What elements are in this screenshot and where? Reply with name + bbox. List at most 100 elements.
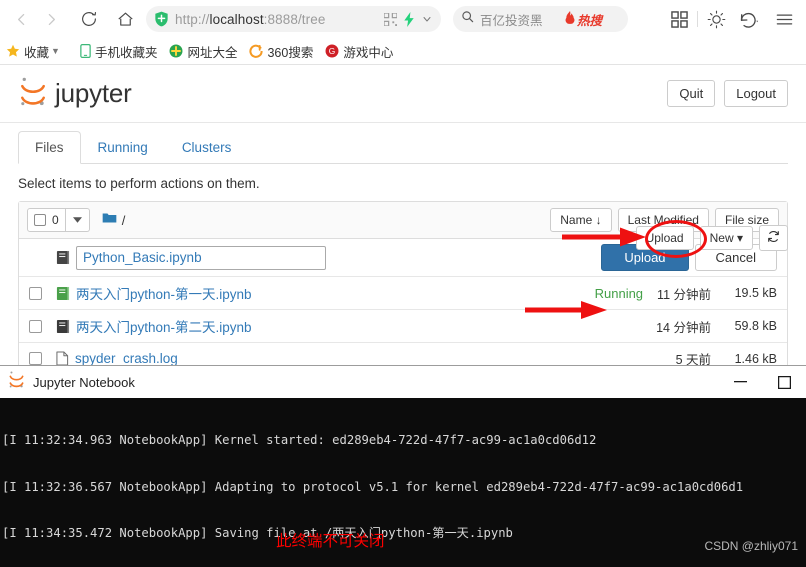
bookmark-game-center[interactable]: G 游戏中心	[325, 42, 393, 61]
row-meta: Running 11 分钟前 19.5 kB	[595, 284, 777, 303]
terminal-warning-note: 此终端不可关闭	[276, 532, 385, 550]
svg-text:G: G	[329, 46, 335, 56]
logout-button[interactable]: Logout	[724, 79, 788, 108]
bookmark-label: 360搜索	[267, 45, 314, 60]
tab-clusters[interactable]: Clusters	[165, 131, 249, 164]
jupyter-logo-icon	[18, 75, 48, 113]
quit-button[interactable]: Quit	[667, 79, 716, 108]
history-back-icon[interactable]	[732, 4, 768, 34]
jupyter-logo[interactable]: jupyter	[18, 75, 132, 113]
select-all-dropdown[interactable]	[65, 208, 90, 233]
terminal-console[interactable]: [I 11:32:34.963 NotebookApp] Kernel star…	[0, 398, 806, 567]
address-bar-text: http://localhost:8888/tree	[175, 11, 326, 27]
address-bar[interactable]: http://localhost:8888/tree	[146, 6, 441, 32]
hot-search-badge[interactable]: 热搜	[564, 10, 602, 29]
qr-code-icon[interactable]	[384, 12, 397, 26]
new-dropdown-button[interactable]: New ▾	[699, 226, 753, 251]
bookmark-360-search[interactable]: 360搜索	[249, 42, 313, 61]
star-icon	[6, 44, 20, 58]
selected-count: 0	[52, 213, 59, 228]
minimize-icon[interactable]	[718, 366, 762, 398]
game-center-icon: G	[325, 44, 339, 58]
flame-icon	[564, 11, 576, 27]
search-input[interactable]: 百亿投资黑	[480, 10, 562, 29]
bookmark-label: 手机收藏夹	[94, 45, 158, 60]
terminal-line: [I 11:32:34.963 NotebookApp] Kernel star…	[2, 433, 597, 447]
forward-icon[interactable]	[36, 4, 66, 34]
notebook-icon	[56, 250, 70, 265]
apps-grid-icon[interactable]	[663, 4, 695, 34]
refresh-button[interactable]	[759, 225, 788, 252]
360-search-icon	[249, 44, 264, 58]
bookmark-label: 游戏中心	[343, 45, 394, 60]
bookmarks-bar: 收藏 ▼ 手机收藏夹 网址大全 360搜索 G 游戏中心	[0, 38, 806, 65]
search-bar[interactable]: 百亿投资黑 热搜	[453, 6, 628, 32]
row-checkbox[interactable]	[29, 319, 42, 333]
brightness-icon[interactable]	[700, 4, 732, 34]
phone-icon	[80, 44, 91, 58]
file-name-link[interactable]: 两天入门python-第一天.ipynb	[76, 283, 252, 303]
chevron-down-icon[interactable]: ▼	[51, 46, 60, 56]
browser-chrome: http://localhost:8888/tree 百亿投资黑 热搜 收藏 ▼…	[0, 0, 806, 65]
file-size-value: 59.8 kB	[734, 319, 777, 334]
security-shield-icon	[154, 11, 169, 27]
last-modified-value: 11 分钟前	[657, 287, 711, 302]
chevron-down-icon[interactable]	[421, 13, 433, 25]
bookmark-label: 收藏	[24, 45, 50, 60]
notebook-running-icon	[56, 286, 70, 301]
back-icon[interactable]	[6, 4, 36, 34]
jupyter-logo-icon	[8, 370, 25, 394]
tab-bar: Files Running Clusters	[18, 123, 788, 164]
upload-button[interactable]: Upload	[635, 226, 694, 251]
bookmark-mobile-favorites[interactable]: 手机收藏夹	[80, 42, 158, 61]
search-icon	[461, 10, 474, 28]
terminal-line: [I 11:34:35.472 NotebookApp] Saving file…	[2, 526, 513, 540]
tab-files[interactable]: Files	[18, 131, 81, 164]
caret-down-icon: ▾	[736, 231, 743, 245]
bookmark-favorites[interactable]: 收藏 ▼	[6, 42, 68, 61]
window-controls	[718, 366, 806, 398]
lightning-icon[interactable]	[403, 11, 415, 27]
upload-new-toolbar: Upload New ▾	[635, 225, 788, 252]
notebook-icon	[56, 319, 70, 334]
reload-icon[interactable]	[74, 4, 104, 34]
table-row[interactable]: 两天入门python-第一天.ipynb Running 11 分钟前 19.5…	[19, 277, 787, 311]
terminal-title: Jupyter Notebook	[33, 374, 135, 390]
tab-running[interactable]: Running	[81, 131, 165, 164]
sort-by-name-button[interactable]: Name ↓	[550, 208, 612, 233]
terminal-title-bar[interactable]: Jupyter Notebook	[0, 365, 806, 398]
watermark: CSDN @zhliy071	[704, 539, 798, 553]
bookmark-label: 网址大全	[187, 45, 238, 60]
checkbox-icon[interactable]	[34, 214, 46, 227]
breadcrumb[interactable]: /	[102, 211, 126, 229]
last-modified-value: 14 分钟前	[656, 320, 711, 335]
jupyter-header-buttons: Quit Logout	[667, 79, 788, 108]
maximize-icon[interactable]	[762, 366, 806, 398]
jupyter-logo-text: jupyter	[55, 78, 132, 108]
terminal-line: [I 11:32:36.567 NotebookApp] Adapting to…	[2, 479, 744, 494]
row-meta: 14 分钟前 59.8 kB	[642, 317, 777, 336]
jupyter-page: jupyter Quit Logout Files Running Cluste…	[0, 65, 806, 376]
browser-toolbar: http://localhost:8888/tree 百亿投资黑 热搜	[0, 0, 806, 38]
row-checkbox[interactable]	[29, 286, 42, 300]
upload-filename-input[interactable]	[76, 245, 326, 270]
file-size-value: 1.46 kB	[734, 351, 777, 366]
row-checkbox[interactable]	[29, 352, 42, 366]
home-icon[interactable]	[110, 4, 140, 34]
breadcrumb-path: /	[121, 212, 126, 228]
menu-icon[interactable]	[768, 4, 800, 34]
jupyter-header: jupyter Quit Logout	[0, 65, 806, 123]
toolbar-divider	[697, 11, 698, 27]
select-all-checkbox[interactable]: 0	[27, 208, 66, 233]
file-name-link[interactable]: 两天入门python-第二天.ipynb	[76, 316, 252, 336]
bookmark-navigation-site[interactable]: 网址大全	[169, 42, 237, 61]
hot-search-label: 热搜	[577, 13, 603, 28]
terminal-window: Jupyter Notebook [I 11:32:34.963 Noteboo…	[0, 365, 806, 567]
file-size-value: 19.5 kB	[734, 286, 777, 301]
table-row[interactable]: 两天入门python-第二天.ipynb 14 分钟前 59.8 kB	[19, 310, 787, 344]
refresh-icon	[767, 231, 780, 246]
select-items-note: Select items to perform actions on them.	[18, 176, 260, 191]
folder-icon	[102, 211, 117, 229]
select-all-group[interactable]: 0	[27, 208, 90, 233]
navigation-site-icon	[169, 44, 183, 58]
